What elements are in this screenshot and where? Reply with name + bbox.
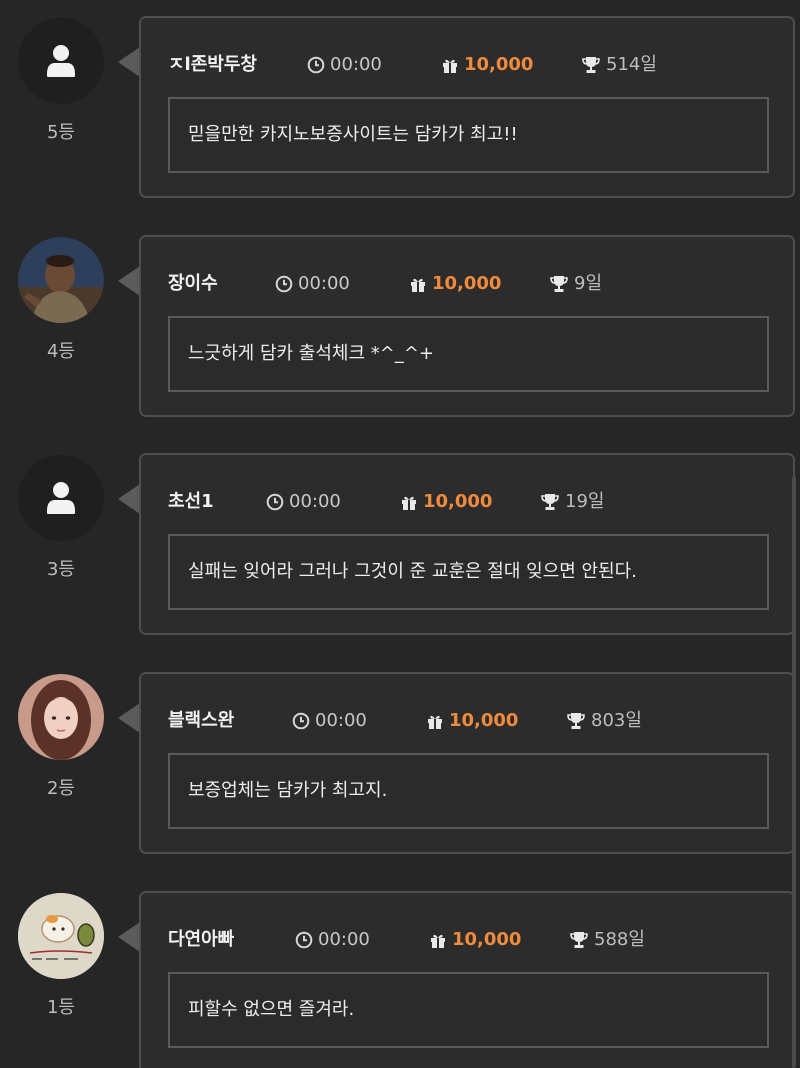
attendance-list: 5등 ㅈl존박두창 00:00 10,000 514일 믿을만한 카지노보증사이… — [0, 0, 800, 1068]
attendance-entry: 3등 초선1 00:00 10,000 19일 실패는 잊어라 그러나 그것이 … — [0, 437, 800, 637]
user-name[interactable]: 초선1 — [168, 489, 214, 515]
rank-label: 3등 — [46, 559, 75, 580]
points-info: 10,000 — [426, 708, 518, 734]
time-value: 00:00 — [315, 710, 367, 731]
days-info: 514일 — [581, 52, 657, 78]
comment-card: ㅈl존박두창 00:00 10,000 514일 믿을만한 카지노보증사이트는 … — [139, 16, 795, 198]
days-info: 588일 — [569, 927, 645, 953]
days-value: 803일 — [591, 710, 642, 731]
time-value: 00:00 — [298, 273, 350, 294]
rank-label: 4등 — [46, 341, 75, 362]
points-value: 10,000 — [423, 491, 493, 512]
points-info: 10,000 — [441, 52, 533, 78]
time-value: 00:00 — [318, 929, 370, 950]
days-value: 514일 — [606, 54, 657, 75]
avatar[interactable] — [18, 455, 104, 541]
clock-icon — [275, 275, 293, 293]
user-photo — [18, 893, 104, 979]
user-name[interactable]: ㅈl존박두창 — [168, 52, 257, 78]
rank-label: 1등 — [46, 997, 75, 1018]
trophy-icon — [550, 276, 568, 292]
points-info: 10,000 — [429, 927, 521, 953]
card-pointer — [118, 922, 140, 952]
user-name[interactable]: 장이수 — [168, 271, 218, 297]
card-pointer — [118, 484, 140, 514]
trophy-icon — [541, 494, 559, 510]
avatar[interactable] — [18, 18, 104, 104]
user-name[interactable]: 다연아빠 — [168, 927, 234, 953]
points-info: 10,000 — [409, 271, 501, 297]
rank-label: 2등 — [46, 778, 75, 799]
avatar[interactable] — [18, 893, 104, 979]
user-name[interactable]: 블랙스완 — [168, 708, 234, 734]
time-info: 00:00 — [295, 927, 370, 953]
scrollbar[interactable] — [792, 476, 796, 1068]
rank-label: 5등 — [46, 122, 75, 143]
comment-card: 장이수 00:00 10,000 9일 느긋하게 담카 출석체크 *^_^+ — [139, 235, 795, 417]
card-pointer — [118, 703, 140, 733]
days-value: 19일 — [565, 491, 605, 512]
points-value: 10,000 — [464, 54, 534, 75]
points-value: 10,000 — [452, 929, 522, 950]
days-value: 588일 — [594, 929, 645, 950]
card-pointer — [118, 47, 140, 77]
attendance-entry: 5등 ㅈl존박두창 00:00 10,000 514일 믿을만한 카지노보증사이… — [0, 0, 800, 200]
trophy-icon — [567, 713, 585, 729]
days-info: 19일 — [540, 489, 604, 515]
comment-card: 초선1 00:00 10,000 19일 실패는 잊어라 그러나 그것이 준 교… — [139, 453, 795, 635]
days-info: 9일 — [549, 271, 602, 297]
attendance-entry: 1등 다연아빠 00:00 10,000 588일 피할수 없으면 즐겨라. — [0, 875, 800, 1068]
attendance-entry: 4등 장이수 00:00 10,000 9일 느긋하게 담카 출석체크 *^_^… — [0, 219, 800, 419]
user-photo — [18, 674, 104, 760]
default-user-icon — [18, 455, 104, 541]
comment-card: 블랙스완 00:00 10,000 803일 보증업체는 담카가 최고지. — [139, 672, 795, 854]
time-value: 00:00 — [330, 54, 382, 75]
time-info: 00:00 — [307, 52, 382, 78]
comment-message: 피할수 없으면 즐겨라. — [168, 972, 769, 1048]
time-value: 00:00 — [289, 491, 341, 512]
gift-icon — [402, 496, 416, 510]
avatar[interactable] — [18, 674, 104, 760]
days-info: 803일 — [566, 708, 642, 734]
points-value: 10,000 — [432, 273, 502, 294]
avatar[interactable] — [18, 237, 104, 323]
clock-icon — [307, 56, 325, 74]
user-photo — [18, 237, 104, 323]
clock-icon — [295, 931, 313, 949]
time-info: 00:00 — [266, 489, 341, 515]
gift-icon — [431, 934, 445, 948]
comment-message: 실패는 잊어라 그러나 그것이 준 교훈은 절대 잊으면 안된다. — [168, 534, 769, 610]
gift-icon — [411, 278, 425, 292]
attendance-entry: 2등 블랙스완 00:00 10,000 803일 보증업체는 담카가 최고지. — [0, 656, 800, 856]
time-info: 00:00 — [292, 708, 367, 734]
trophy-icon — [582, 57, 600, 73]
clock-icon — [292, 712, 310, 730]
trophy-icon — [570, 932, 588, 948]
time-info: 00:00 — [275, 271, 350, 297]
comment-message: 보증업체는 담카가 최고지. — [168, 753, 769, 829]
card-pointer — [118, 266, 140, 296]
points-info: 10,000 — [400, 489, 492, 515]
default-user-icon — [18, 18, 104, 104]
comment-message: 느긋하게 담카 출석체크 *^_^+ — [168, 316, 769, 392]
comment-card: 다연아빠 00:00 10,000 588일 피할수 없으면 즐겨라. — [139, 891, 795, 1068]
comment-message: 믿을만한 카지노보증사이트는 담카가 최고!! — [168, 97, 769, 173]
days-value: 9일 — [574, 273, 603, 294]
gift-icon — [428, 715, 442, 729]
points-value: 10,000 — [449, 710, 519, 731]
clock-icon — [266, 493, 284, 511]
gift-icon — [443, 59, 457, 73]
